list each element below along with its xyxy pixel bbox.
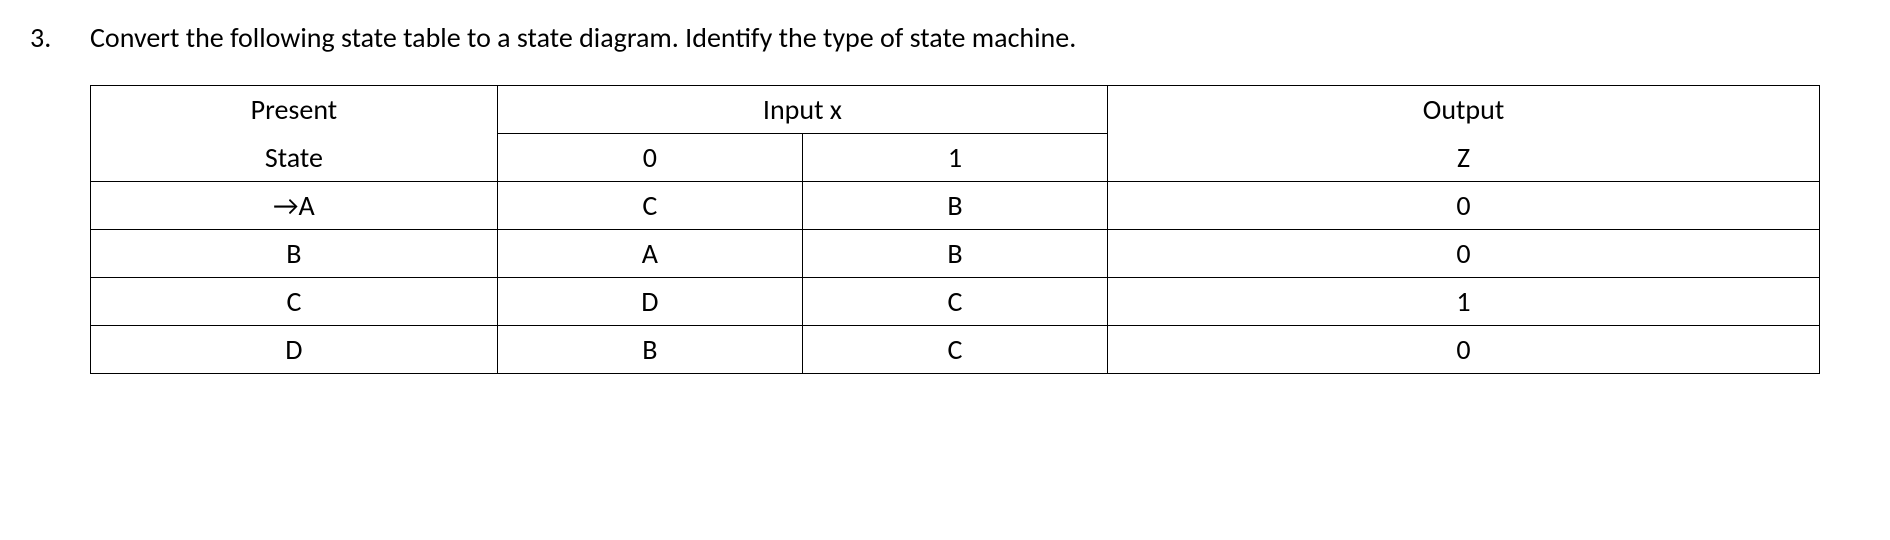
cell-state: C — [91, 278, 498, 326]
header-input-x: Input x — [497, 86, 1107, 134]
header-output: Output — [1108, 86, 1820, 134]
cell-next1: C — [802, 326, 1107, 374]
cell-next0: D — [497, 278, 802, 326]
header-output-z: Z — [1108, 134, 1820, 182]
cell-output: 0 — [1108, 326, 1820, 374]
header-input-1: 1 — [802, 134, 1107, 182]
state-table-wrap: Present Input x Output State 0 1 Z →A C … — [90, 85, 1860, 374]
state-table: Present Input x Output State 0 1 Z →A C … — [90, 85, 1820, 374]
header-row-2: State 0 1 Z — [91, 134, 1820, 182]
cell-next1: C — [802, 278, 1107, 326]
cell-next0: A — [497, 230, 802, 278]
question-row: 3. Convert the following state table to … — [30, 20, 1860, 55]
question-text: Convert the following state table to a s… — [90, 20, 1860, 55]
cell-next0: C — [497, 182, 802, 230]
cell-next0: B — [497, 326, 802, 374]
table-row: B A B 0 — [91, 230, 1820, 278]
table-row: →A C B 0 — [91, 182, 1820, 230]
header-present-line2: State — [91, 134, 498, 182]
header-input-x-label-part1: Input x — [763, 92, 842, 127]
cell-state: →A — [91, 182, 498, 230]
header-present-line1: Present — [91, 86, 498, 134]
cell-next1: B — [802, 182, 1107, 230]
table-row: D B C 0 — [91, 326, 1820, 374]
header-row-1: Present Input x Output — [91, 86, 1820, 134]
cell-state: B — [91, 230, 498, 278]
cell-output: 0 — [1108, 230, 1820, 278]
question-number: 3. — [30, 20, 90, 55]
cell-next1: B — [802, 230, 1107, 278]
table-row: C D C 1 — [91, 278, 1820, 326]
cell-output: 0 — [1108, 182, 1820, 230]
header-input-0: 0 — [497, 134, 802, 182]
cell-output: 1 — [1108, 278, 1820, 326]
cell-state: D — [91, 326, 498, 374]
